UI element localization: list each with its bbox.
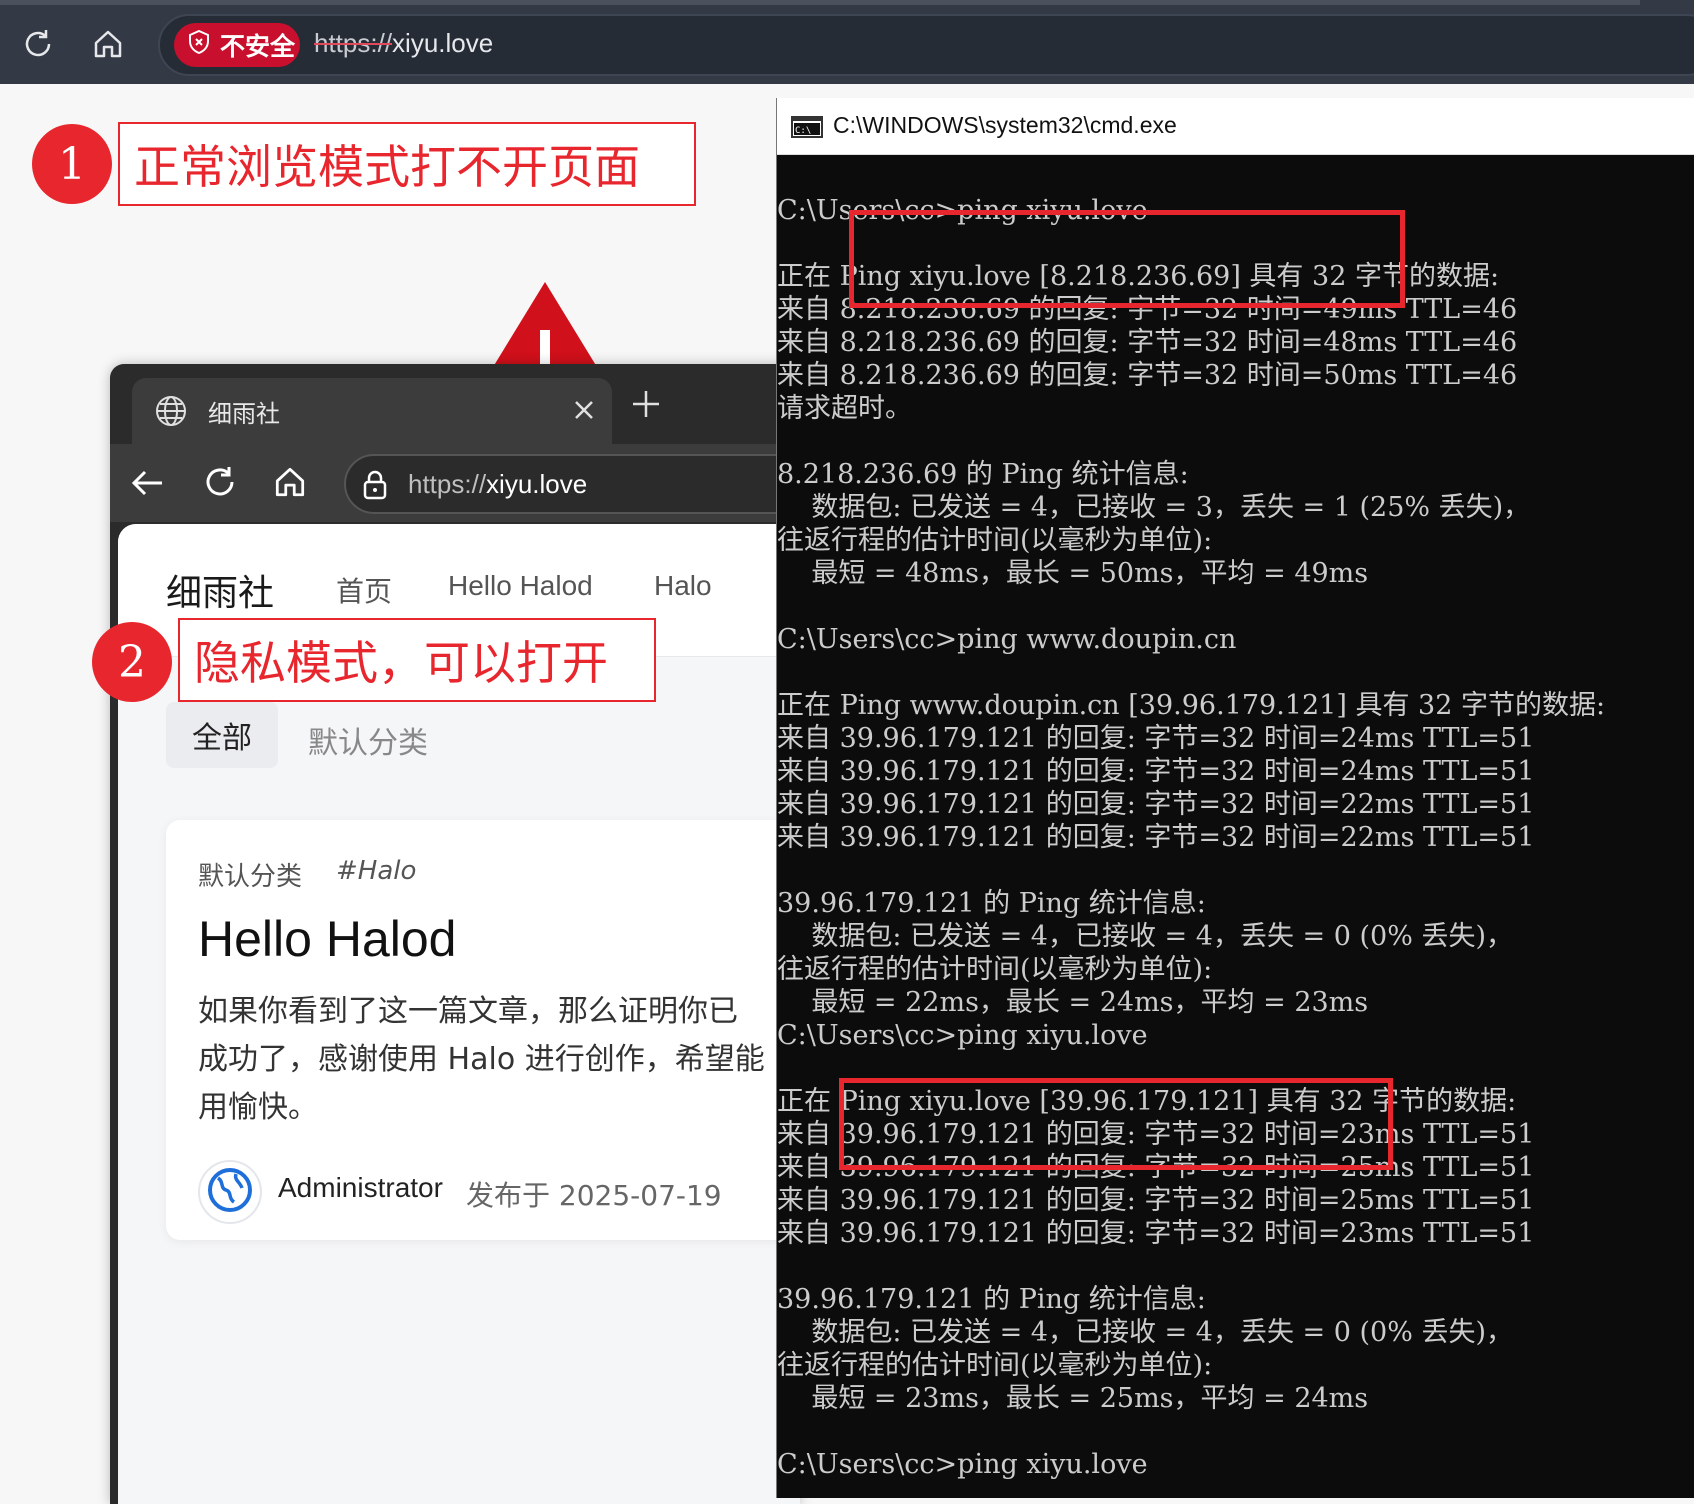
post-date: 发布于 2025-07-19 xyxy=(466,1179,722,1212)
cmd-line: 来自 39.96.179.121 的回复: 字节=32 时间=25ms TTL=… xyxy=(777,1185,1535,1216)
post-excerpt-line: 如果你看到了这一篇文章，那么证明你已 xyxy=(198,994,738,1029)
annotation-number-2: 2 xyxy=(92,622,172,702)
cmd-line: C:\Users\cc>ping www.doupin.cn xyxy=(777,624,1237,655)
post-tag[interactable]: #Halo xyxy=(336,856,416,886)
private-address-bar[interactable]: https://xiyu.love xyxy=(344,454,814,514)
cmd-icon: C:\ xyxy=(791,116,823,142)
cmd-line: 最短 = 23ms，最长 = 25ms，平均 = 24ms xyxy=(777,1383,1369,1414)
address-bar[interactable]: 不安全 https://xiyu.love xyxy=(158,14,1694,76)
reload-icon[interactable] xyxy=(16,22,60,66)
category-default-tab[interactable]: 默认分类 xyxy=(308,718,428,762)
warning-icon xyxy=(490,282,600,376)
annotation-number-1: 1 xyxy=(32,124,112,204)
post-excerpt: 如果你看到了这一篇文章，那么证明你已 成功了，感谢使用 Halo 进行创作，希望… xyxy=(198,988,800,1132)
post-excerpt-line: 用愉快。 xyxy=(198,1090,318,1125)
private-browser-window: 细雨社 https://xiyu.love 细雨社 首页 Hello Halod xyxy=(110,364,814,1504)
not-secure-label: 不安全 xyxy=(220,32,296,61)
cmd-window: C:\ C:\WINDOWS\system32\cmd.exe C:\Users… xyxy=(776,98,1694,1498)
cmd-line: 最短 = 22ms，最长 = 24ms，平均 = 23ms xyxy=(777,987,1369,1018)
post-author[interactable]: Administrator xyxy=(278,1172,443,1204)
main-browser-toolbar: 不安全 https://xiyu.love xyxy=(0,0,1694,84)
cmd-line: 来自 8.218.236.69 的回复: 字节=32 时间=50ms TTL=4… xyxy=(777,360,1518,391)
plus-icon[interactable] xyxy=(630,388,662,424)
close-icon[interactable] xyxy=(572,398,596,426)
post-category[interactable]: 默认分类 xyxy=(198,856,302,893)
cmd-line: 来自 39.96.179.121 的回复: 字节=32 时间=24ms TTL=… xyxy=(777,756,1535,787)
avatar xyxy=(198,1160,262,1224)
globe-icon xyxy=(154,394,188,432)
post-card[interactable]: 默认分类 #Halo Hello Halod 如果你看到了这一篇文章，那么证明你… xyxy=(166,820,800,1240)
highlight-box-second-ping xyxy=(839,1078,1393,1170)
highlight-box-first-ping xyxy=(849,210,1405,308)
cmd-line: 39.96.179.121 的 Ping 统计信息: xyxy=(777,888,1206,919)
back-icon[interactable] xyxy=(130,466,166,504)
cmd-line: C:\Users\cc>ping xiyu.love xyxy=(777,1449,1148,1480)
cmd-line: 往返行程的估计时间(以毫秒为单位): xyxy=(777,954,1213,985)
cmd-line: 数据包: 已发送 = 4，已接收 = 4，丢失 = 0 (0% 丢失)， xyxy=(777,921,1513,952)
url-text: https://xiyu.love xyxy=(314,28,493,59)
url-host: xiyu.love xyxy=(392,28,494,58)
url-scheme: https:// xyxy=(314,28,393,58)
private-browser-toolbar: https://xiyu.love xyxy=(110,444,814,522)
cmd-titlebar[interactable]: C:\ C:\WINDOWS\system32\cmd.exe xyxy=(777,98,1694,155)
cmd-line: 来自 39.96.179.121 的回复: 字节=32 时间=22ms TTL=… xyxy=(777,789,1535,820)
private-url-scheme: https:// xyxy=(408,469,487,499)
cmd-line: 8.218.236.69 的 Ping 统计信息: xyxy=(777,459,1189,490)
private-url-host: xiyu.love xyxy=(486,469,588,499)
site-logo[interactable]: 细雨社 xyxy=(166,564,274,616)
cmd-line: 39.96.179.121 的 Ping 统计信息: xyxy=(777,1284,1206,1315)
category-all-tab[interactable]: 全部 xyxy=(166,702,278,768)
cmd-line: 来自 39.96.179.121 的回复: 字节=32 时间=23ms TTL=… xyxy=(777,1218,1535,1249)
cmd-line: 往返行程的估计时间(以毫秒为单位): xyxy=(777,525,1213,556)
tab-strip-edge xyxy=(0,0,1640,5)
cmd-line: 数据包: 已发送 = 4，已接收 = 4，丢失 = 0 (0% 丢失)， xyxy=(777,1317,1513,1348)
post-excerpt-line: 成功了，感谢使用 Halo 进行创作，希望能 xyxy=(198,1042,765,1077)
shield-icon xyxy=(188,29,210,60)
nav-hello-halod[interactable]: Hello Halod xyxy=(448,570,593,602)
home-icon[interactable] xyxy=(86,22,130,66)
tab-xiyu[interactable]: 细雨社 xyxy=(132,378,612,444)
cmd-line: 往返行程的估计时间(以毫秒为单位): xyxy=(777,1350,1213,1381)
tab-title: 细雨社 xyxy=(208,400,280,428)
reload-icon[interactable] xyxy=(202,464,238,504)
cmd-line: 来自 39.96.179.121 的回复: 字节=32 时间=24ms TTL=… xyxy=(777,723,1535,754)
cmd-line: 请求超时。 xyxy=(777,393,912,424)
not-secure-badge[interactable]: 不安全 xyxy=(174,23,300,67)
annotation-label-1: 正常浏览模式打不开页面 xyxy=(118,122,696,206)
home-icon[interactable] xyxy=(272,464,308,504)
annotation-label-2: 隐私模式，可以打开 xyxy=(178,618,656,702)
cmd-line: 数据包: 已发送 = 4，已接收 = 3，丢失 = 1 (25% 丢失)， xyxy=(777,492,1531,523)
cmd-line: 来自 8.218.236.69 的回复: 字节=32 时间=48ms TTL=4… xyxy=(777,327,1518,358)
avatar-globe-icon xyxy=(206,1166,254,1218)
cmd-line: 来自 39.96.179.121 的回复: 字节=32 时间=22ms TTL=… xyxy=(777,822,1535,853)
nav-home[interactable]: 首页 xyxy=(336,570,392,610)
cmd-title: C:\WINDOWS\system32\cmd.exe xyxy=(833,112,1177,138)
svg-text:C:\: C:\ xyxy=(795,126,811,136)
cmd-line: 正在 Ping www.doupin.cn [39.96.179.121] 具有… xyxy=(777,690,1606,721)
post-title[interactable]: Hello Halod xyxy=(198,910,456,968)
nav-halo[interactable]: Halo xyxy=(654,570,712,602)
cmd-line: 最短 = 48ms，最长 = 50ms，平均 = 49ms xyxy=(777,558,1369,589)
lock-icon xyxy=(362,470,388,504)
cmd-line: C:\Users\cc>ping xiyu.love xyxy=(777,1020,1148,1051)
private-url-text: https://xiyu.love xyxy=(408,469,587,500)
